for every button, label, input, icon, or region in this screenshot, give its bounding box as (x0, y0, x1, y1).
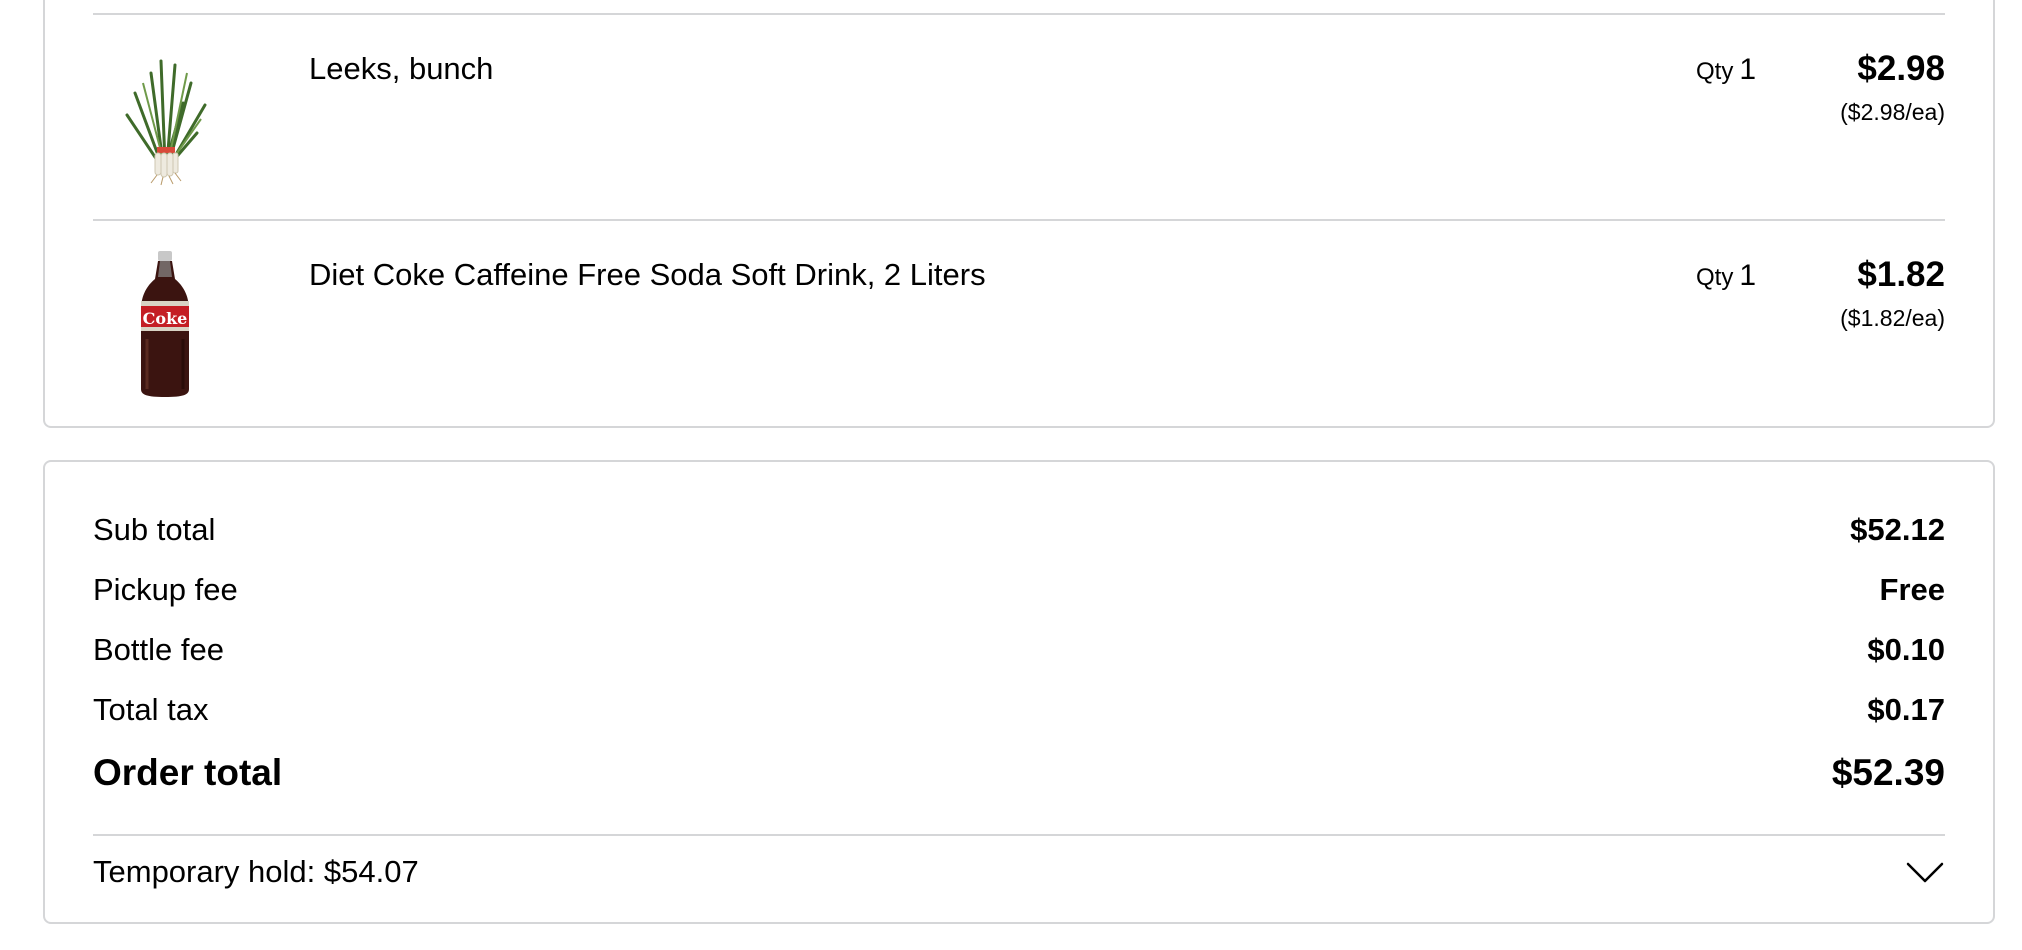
order-item-row: Leeks, bunch Qty 1 $2.98 ($2.98/ea) (93, 13, 1945, 219)
order-items-card: Leeks, bunch Qty 1 $2.98 ($2.98/ea) Coke … (43, 0, 1995, 428)
item-quantity: Qty 1 (1696, 53, 1756, 87)
diet-coke-bottle-image: Coke (141, 251, 189, 397)
qty-label: Qty (1696, 58, 1734, 85)
pickup-fee-label: Pickup fee (93, 572, 238, 607)
pickup-fee-row: Pickup fee Free (93, 572, 1945, 616)
bottle-fee-value: $0.10 (1867, 632, 1945, 667)
subtotal-row: Sub total $52.12 (93, 512, 1945, 556)
total-tax-row: Total tax $0.17 (93, 692, 1945, 736)
temporary-hold-toggle[interactable]: Temporary hold: $54.07 (93, 854, 1945, 904)
qty-value: 1 (1739, 259, 1757, 292)
order-total-value: $52.39 (1831, 752, 1945, 793)
order-total-label: Order total (93, 752, 283, 793)
bottle-fee-row: Bottle fee $0.10 (93, 632, 1945, 676)
item-price: $1.82 (1857, 255, 1945, 294)
total-tax-label: Total tax (93, 692, 209, 727)
order-item-row: Coke Diet Coke Caffeine Free Soda Soft D… (93, 219, 1945, 425)
item-unit-price: ($2.98/ea) (1840, 99, 1945, 125)
divider (93, 834, 1945, 836)
item-quantity: Qty 1 (1696, 259, 1756, 293)
item-name[interactable]: Leeks, bunch (309, 51, 493, 87)
subtotal-label: Sub total (93, 512, 216, 547)
qty-label: Qty (1696, 264, 1734, 291)
item-name[interactable]: Diet Coke Caffeine Free Soda Soft Drink,… (309, 257, 986, 293)
order-summary-card: Sub total $52.12 Pickup fee Free Bottle … (43, 460, 1995, 924)
item-price: $2.98 (1857, 49, 1945, 88)
item-unit-price: ($1.82/ea) (1840, 305, 1945, 331)
leeks-image (125, 59, 207, 186)
bottle-fee-label: Bottle fee (93, 632, 224, 667)
subtotal-value: $52.12 (1850, 512, 1945, 547)
order-total-row: Order total $52.39 (93, 752, 1945, 796)
bottle-logo-text: Coke (143, 309, 188, 328)
chevron-down-icon[interactable] (1905, 860, 1945, 886)
total-tax-value: $0.17 (1867, 692, 1945, 727)
qty-value: 1 (1739, 53, 1757, 86)
temporary-hold-label: Temporary hold: $54.07 (93, 854, 419, 889)
pickup-fee-value: Free (1879, 572, 1945, 607)
